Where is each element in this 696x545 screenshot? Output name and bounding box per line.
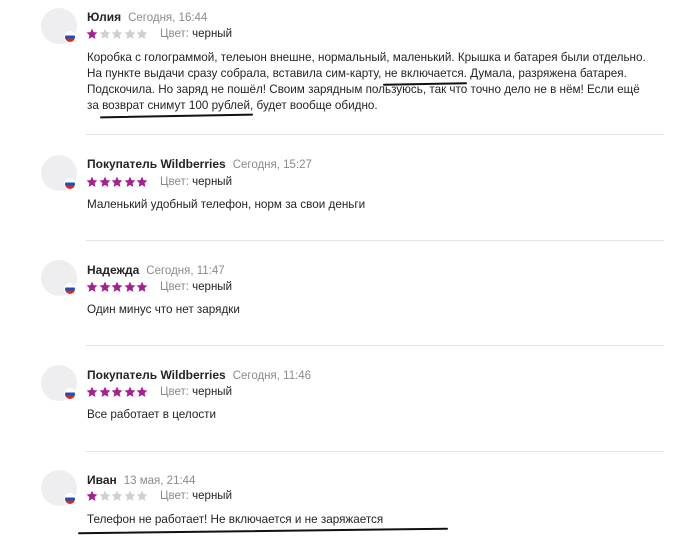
star-filled-icon bbox=[124, 176, 136, 188]
review-text: Телефон не работает! Не включается и не … bbox=[87, 513, 384, 526]
review-date: Сегодня, 16:44 bbox=[128, 12, 208, 24]
flag-icon bbox=[64, 493, 76, 505]
review-date: Сегодня, 11:46 bbox=[232, 370, 312, 382]
star-empty-icon bbox=[136, 490, 148, 502]
star-filled-icon bbox=[99, 386, 111, 398]
avatar bbox=[41, 8, 77, 44]
avatar bbox=[41, 470, 77, 506]
star-filled-icon bbox=[99, 176, 111, 188]
star-filled-icon bbox=[86, 281, 98, 293]
review-date: 13 мая, 21:44 bbox=[123, 475, 196, 487]
star-filled-icon bbox=[111, 176, 123, 188]
star-filled-icon bbox=[111, 386, 123, 398]
star-empty-icon bbox=[124, 490, 136, 502]
flag-icon bbox=[64, 283, 76, 295]
reviewer-name: Покупатель Wildberries Сегодня, 11:46 bbox=[87, 368, 312, 382]
star-filled-icon bbox=[124, 281, 136, 293]
flag-icon bbox=[64, 31, 76, 43]
divider bbox=[86, 134, 664, 135]
rating-stars bbox=[86, 280, 149, 294]
avatar bbox=[41, 155, 77, 191]
divider bbox=[86, 345, 664, 346]
star-filled-icon bbox=[124, 386, 136, 398]
reviewer-name: Покупатель Wildberries Сегодня, 15:27 bbox=[87, 157, 312, 171]
reviewer-name: Надежда Сегодня, 11:47 bbox=[87, 263, 225, 277]
avatar bbox=[41, 260, 77, 296]
star-filled-icon bbox=[86, 386, 98, 398]
reviewer-name: Иван 13 мая, 21:44 bbox=[87, 473, 196, 487]
review-text: Один минус что нет зарядки bbox=[87, 303, 240, 316]
product-color: Цвет: черный bbox=[160, 386, 232, 398]
product-color: Цвет: черный bbox=[160, 28, 232, 40]
underlined-text: не включается bbox=[384, 67, 464, 80]
star-filled-icon bbox=[86, 176, 98, 188]
divider bbox=[86, 451, 664, 452]
flag-icon bbox=[64, 388, 76, 400]
star-empty-icon bbox=[99, 490, 111, 502]
product-color: Цвет: черный bbox=[160, 176, 232, 188]
rating-stars bbox=[86, 385, 149, 399]
rating-stars bbox=[86, 489, 149, 503]
rating-stars bbox=[86, 27, 149, 41]
star-filled-icon bbox=[86, 28, 98, 40]
review-text: Коробка с голограммой, телеыон внешне, н… bbox=[87, 51, 646, 112]
review-date: Сегодня, 15:27 bbox=[232, 159, 312, 171]
hand-drawn-underline bbox=[78, 527, 448, 535]
star-empty-icon bbox=[111, 28, 123, 40]
review-text: Маленький удобный телефон, норм за свои … bbox=[87, 198, 366, 211]
star-filled-icon bbox=[99, 281, 111, 293]
product-color: Цвет: черный bbox=[160, 281, 232, 293]
review-date: Сегодня, 11:47 bbox=[146, 265, 225, 277]
star-filled-icon bbox=[136, 281, 148, 293]
star-empty-icon bbox=[124, 28, 136, 40]
star-filled-icon bbox=[86, 490, 98, 502]
star-filled-icon bbox=[136, 386, 148, 398]
avatar bbox=[41, 365, 77, 401]
star-filled-icon bbox=[136, 176, 148, 188]
star-empty-icon bbox=[136, 28, 148, 40]
underlined-text: возврат снимут 100 рублей bbox=[102, 99, 251, 112]
star-empty-icon bbox=[111, 490, 123, 502]
rating-stars bbox=[86, 175, 149, 189]
product-color: Цвет: черный bbox=[160, 490, 232, 502]
reviewer-name: Юлия Сегодня, 16:44 bbox=[87, 10, 208, 24]
divider bbox=[86, 240, 664, 241]
flag-icon bbox=[64, 178, 76, 190]
review-text: Все работает в целости bbox=[87, 408, 217, 421]
star-empty-icon bbox=[99, 28, 111, 40]
star-filled-icon bbox=[111, 281, 123, 293]
